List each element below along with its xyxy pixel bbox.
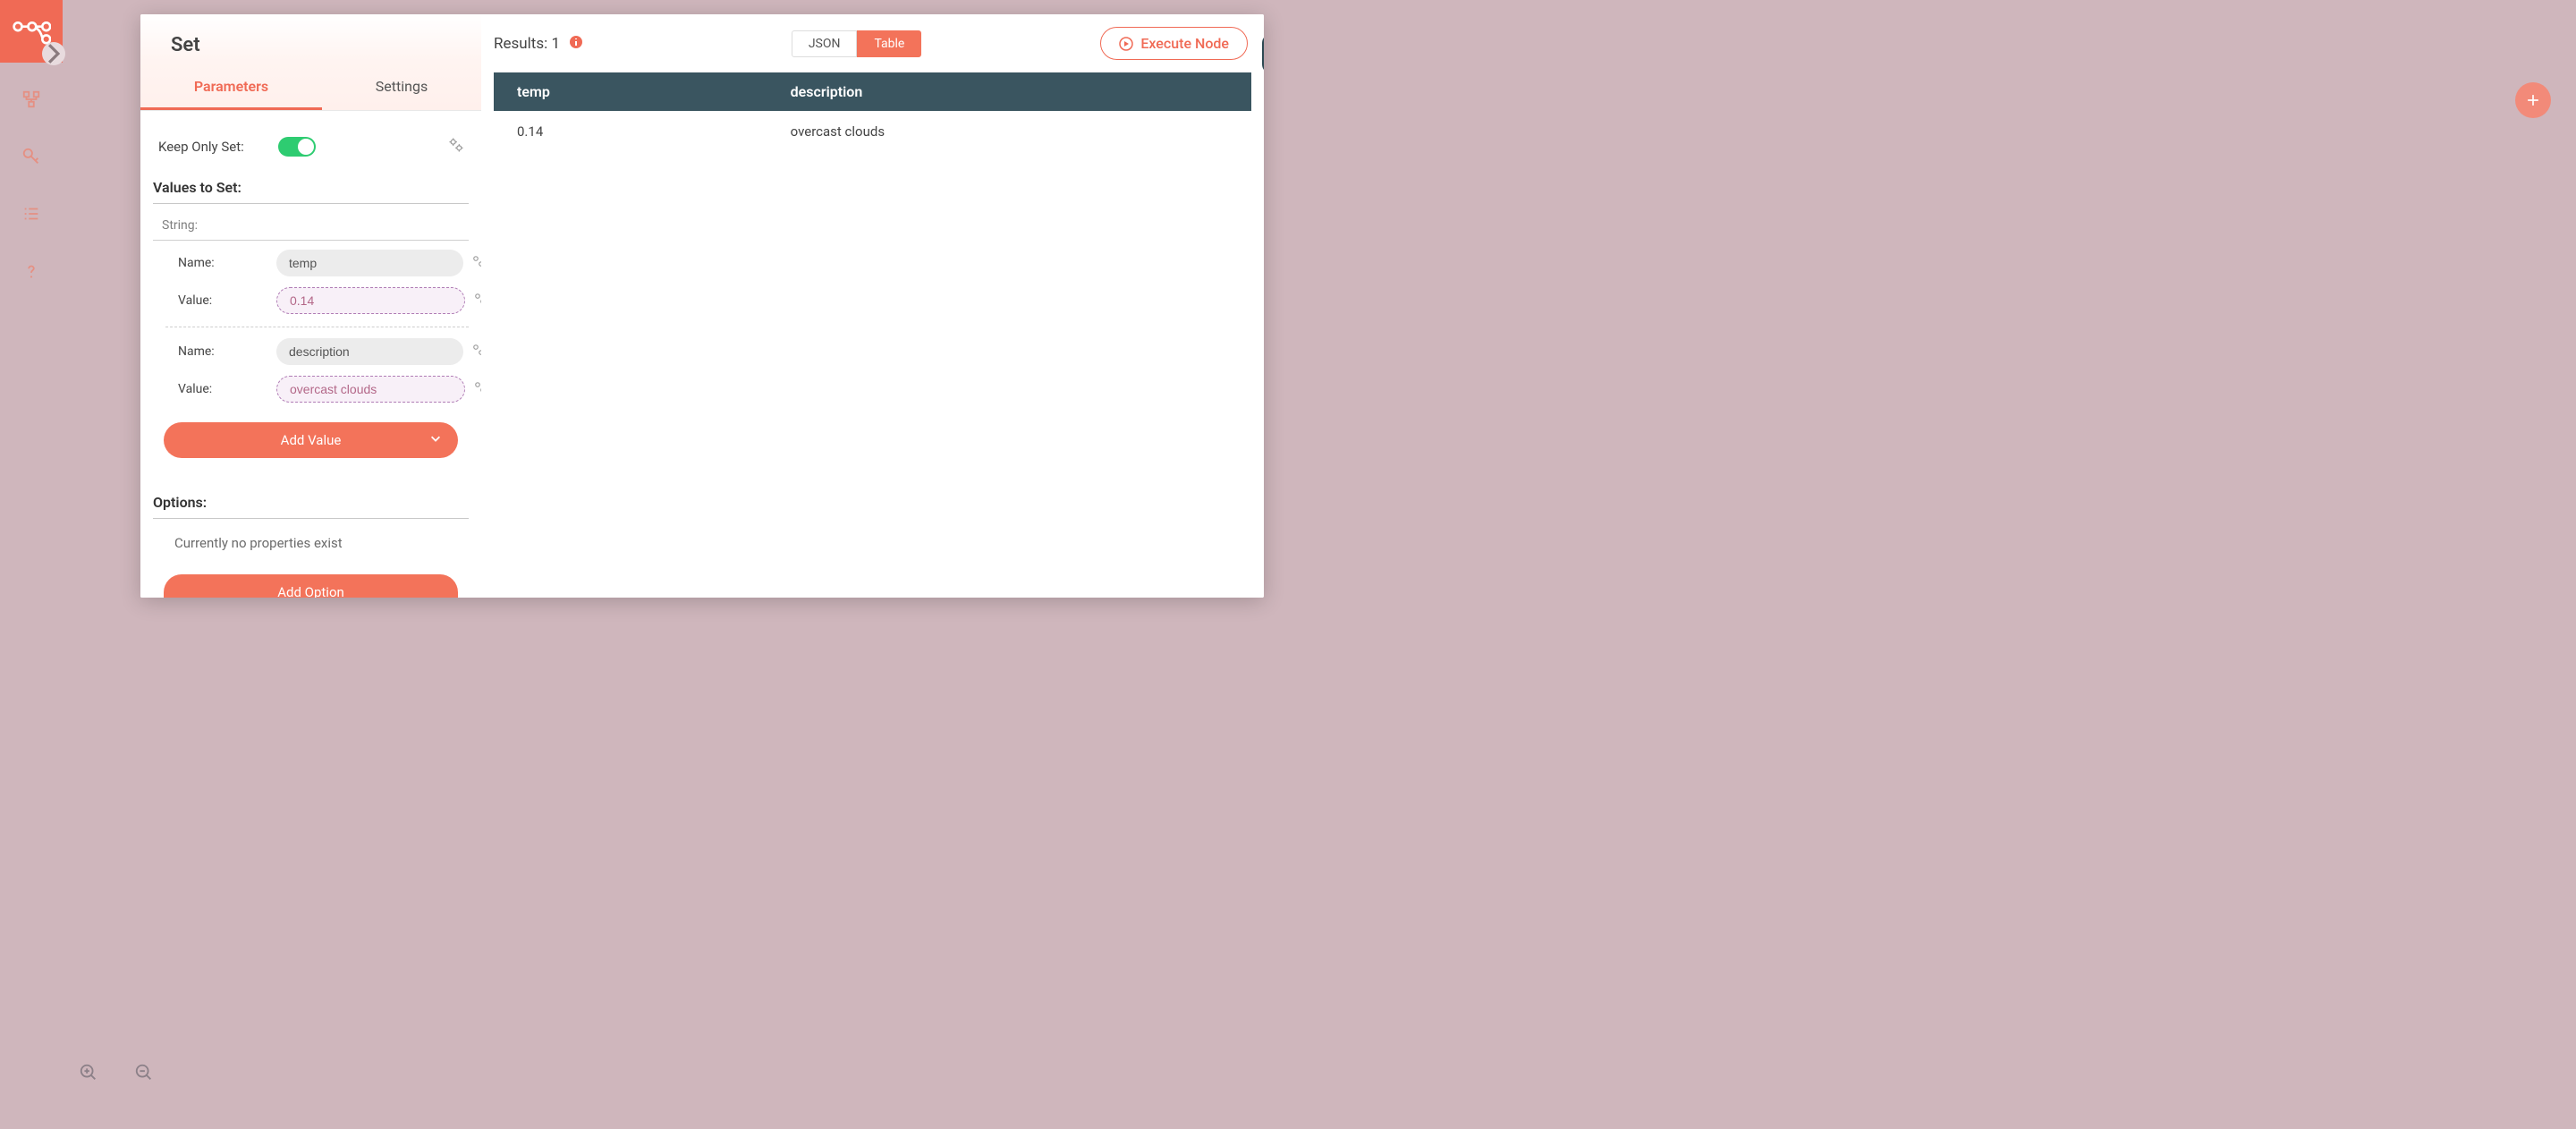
results-count: Results: 1 (494, 35, 560, 53)
gears-icon (470, 253, 481, 269)
gears-icon (472, 379, 481, 395)
view-json-button[interactable]: JSON (792, 30, 858, 57)
chevron-right-icon (42, 39, 65, 68)
sidebar-expand-button[interactable] (42, 42, 65, 65)
help-icon[interactable] (21, 261, 41, 284)
node-editor-modal: Set Parameters Settings Keep Only Set: V… (140, 14, 1264, 598)
results-panel: Results: 1 JSON Table Execute Node temp … (481, 14, 1264, 598)
tab-parameters[interactable]: Parameters (140, 62, 322, 110)
options-empty-text: Currently no properties exist (153, 526, 469, 560)
info-icon (569, 35, 583, 49)
results-table: temp description 0.14 overcast clouds (494, 72, 1251, 152)
table-cell: 0.14 (494, 111, 767, 152)
field-value-label: Value: (178, 382, 276, 396)
values-to-set-heading: Values to Set: (153, 166, 469, 204)
plus-icon (2524, 91, 2542, 109)
zoom-out-button[interactable] (134, 1063, 154, 1086)
table-cell: overcast clouds (767, 111, 1251, 152)
keep-only-set-toggle[interactable] (278, 137, 316, 157)
tab-settings[interactable]: Settings (322, 62, 481, 110)
keep-only-set-label: Keep Only Set: (153, 139, 278, 155)
field-name-label: Name: (178, 256, 276, 270)
column-header: temp (494, 72, 767, 111)
add-option-label: Add Option (277, 584, 344, 598)
list-icon[interactable] (21, 204, 41, 227)
field-value-label: Value: (178, 293, 276, 308)
app-logo[interactable] (0, 0, 63, 63)
gears-icon (470, 342, 481, 358)
add-value-label: Add Value (281, 432, 342, 448)
field-value-input[interactable] (276, 287, 465, 314)
workflows-icon[interactable] (21, 89, 41, 113)
key-icon[interactable] (21, 147, 41, 170)
string-group-heading: String: (153, 211, 469, 241)
field-value-input[interactable] (276, 376, 465, 403)
add-option-button[interactable]: Add Option (164, 574, 458, 598)
config-tabs: Parameters Settings (140, 62, 481, 111)
close-modal-button[interactable] (1262, 34, 1264, 73)
play-icon (1119, 37, 1133, 51)
view-table-button[interactable]: Table (857, 30, 921, 57)
keep-only-set-options[interactable] (447, 136, 469, 157)
node-config-panel: Set Parameters Settings Keep Only Set: V… (140, 14, 481, 598)
gears-icon (447, 136, 465, 154)
field-value-options[interactable] (472, 291, 481, 310)
zoom-in-button[interactable] (79, 1063, 98, 1086)
view-toggle: JSON Table (792, 30, 922, 57)
table-row: 0.14 overcast clouds (494, 111, 1251, 152)
field-name-input[interactable] (276, 250, 463, 276)
results-info-button[interactable] (569, 35, 583, 53)
field-name-options[interactable] (470, 253, 481, 273)
chevron-down-icon (429, 432, 442, 448)
add-value-button[interactable]: Add Value (164, 422, 458, 458)
field-name-input[interactable] (276, 338, 463, 365)
gears-icon (472, 291, 481, 307)
field-value-options[interactable] (472, 379, 481, 399)
field-name-label: Name: (178, 344, 276, 359)
execute-node-button[interactable]: Execute Node (1100, 27, 1248, 60)
zoom-controls (79, 1063, 154, 1086)
app-sidebar (0, 0, 63, 1129)
execute-node-label: Execute Node (1140, 35, 1229, 52)
field-name-options[interactable] (470, 342, 481, 361)
column-header: description (767, 72, 1251, 111)
add-node-button[interactable] (2515, 82, 2551, 118)
options-heading: Options: (153, 481, 469, 519)
node-title: Set (140, 14, 481, 62)
